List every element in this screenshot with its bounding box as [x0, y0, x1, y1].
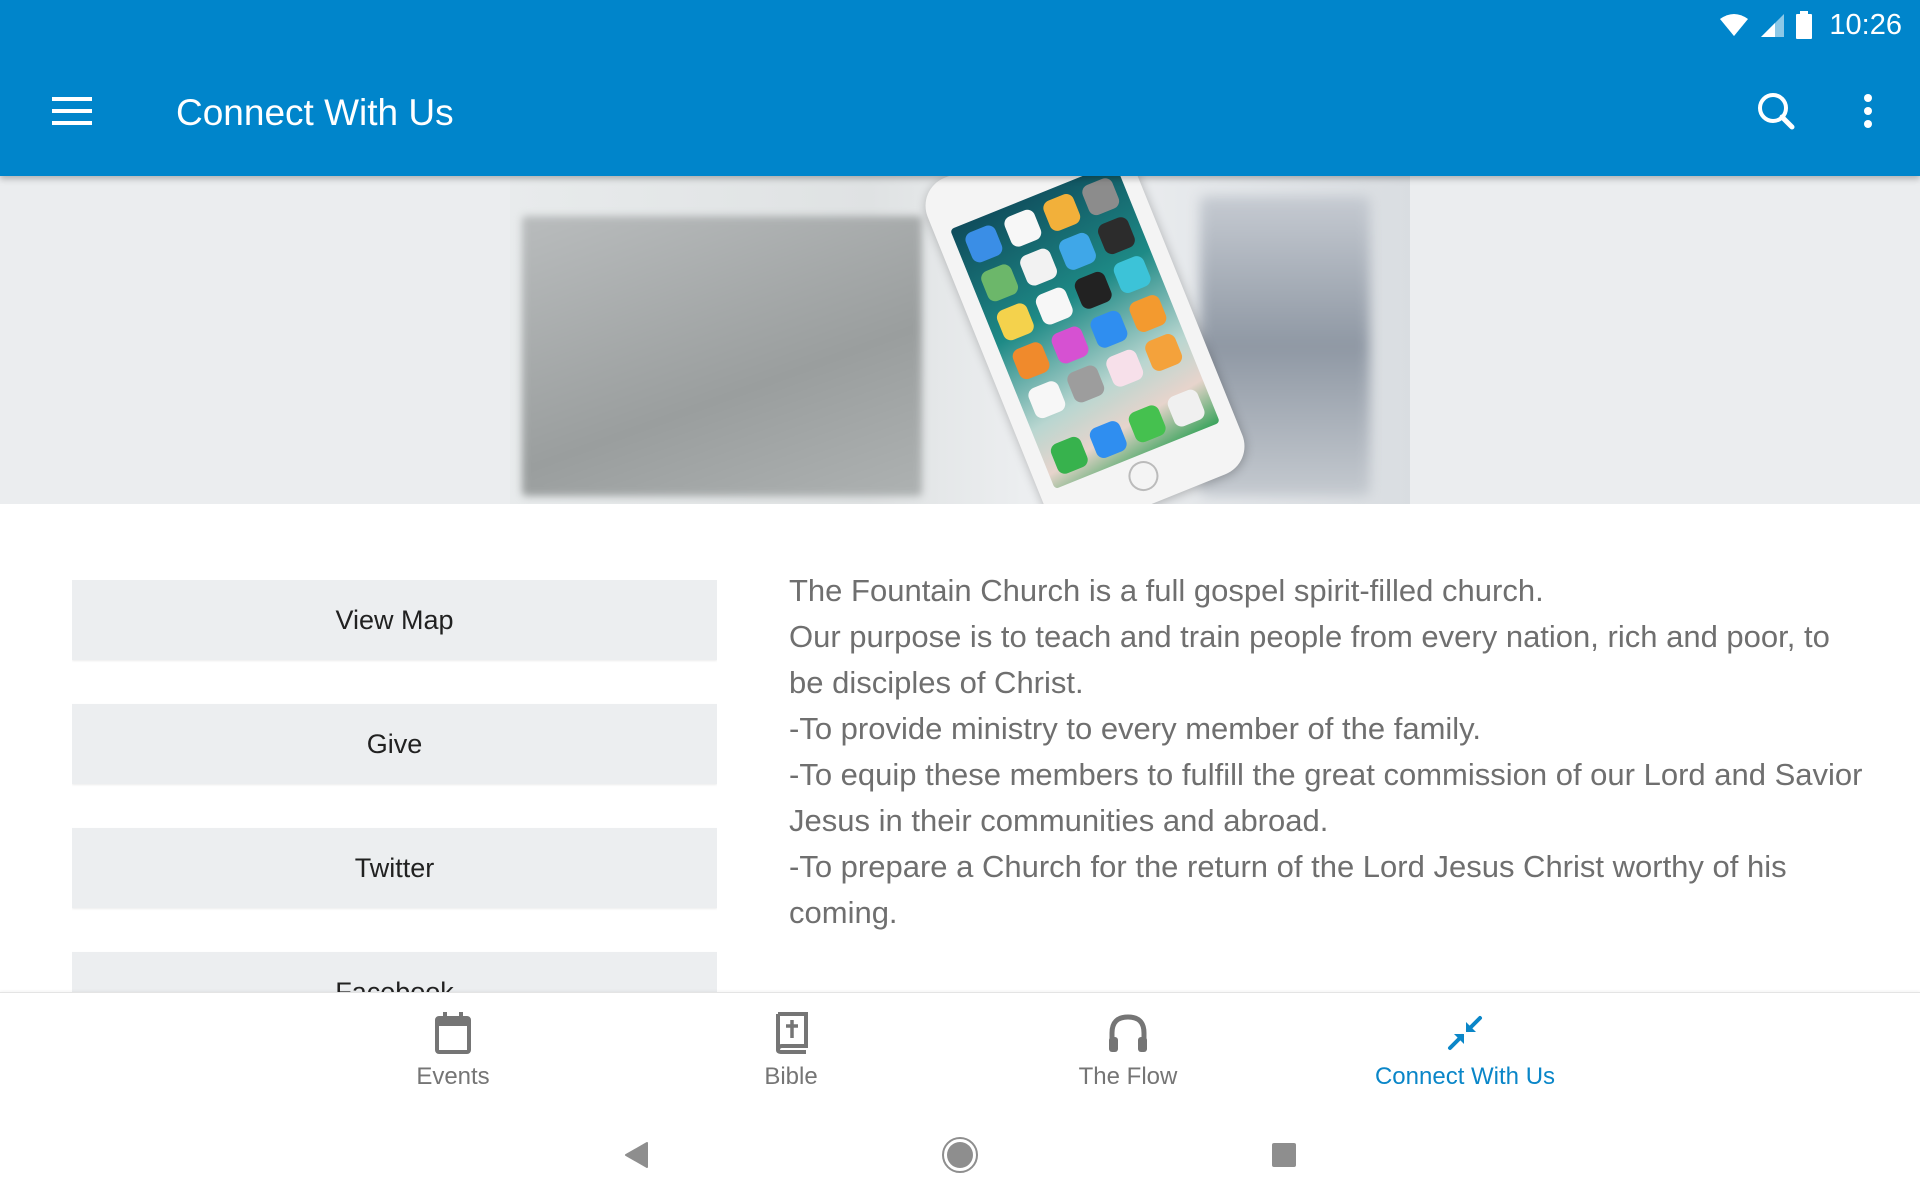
home-icon: [941, 1136, 979, 1179]
bible-icon: [774, 1011, 808, 1055]
recents-button[interactable]: [1254, 1132, 1314, 1182]
battery-icon: [1795, 11, 1813, 39]
more-options-button[interactable]: [1840, 88, 1896, 138]
calendar-icon: [434, 1011, 472, 1055]
hero-image: [510, 176, 1410, 504]
about-paragraph: -To prepare a Church for the return of t…: [789, 849, 1787, 930]
about-paragraph: -To provide ministry to every member of …: [789, 711, 1481, 746]
nav-item-the-flow[interactable]: The Flow: [978, 993, 1278, 1105]
view-map-button[interactable]: View Map: [72, 580, 717, 660]
app-screen: 10:26 Connect With Us View Map Give Twit…: [0, 0, 1920, 1200]
system-navigation-bar: [0, 1104, 1920, 1200]
nav-label: The Flow: [1078, 1063, 1178, 1090]
about-text: The Fountain Church is a full gospel spi…: [789, 568, 1869, 936]
nav-label: Bible: [764, 1063, 818, 1090]
more-vert-icon: [1862, 93, 1874, 134]
home-button[interactable]: [930, 1132, 990, 1182]
menu-button[interactable]: [42, 88, 102, 138]
search-button[interactable]: [1748, 88, 1804, 138]
about-paragraph: The Fountain Church is a full gospel spi…: [789, 573, 1544, 608]
back-button[interactable]: [606, 1132, 666, 1182]
recents-icon: [1271, 1142, 1297, 1173]
search-icon: [1756, 91, 1796, 136]
cellular-signal-icon: [1759, 12, 1785, 38]
back-icon: [623, 1141, 649, 1174]
hamburger-menu-icon: [52, 96, 92, 130]
headphones-icon: [1108, 1011, 1148, 1055]
action-buttons: View Map Give Twitter Facebook: [72, 580, 717, 992]
wifi-icon: [1719, 13, 1749, 37]
nav-label: Events: [416, 1063, 490, 1090]
nav-item-bible[interactable]: Bible: [641, 993, 941, 1105]
nav-item-connect-with-us[interactable]: Connect With Us: [1315, 993, 1615, 1105]
page-title: Connect With Us: [176, 92, 454, 133]
about-paragraph: -To equip these members to fulfill the g…: [789, 757, 1863, 838]
about-paragraph: Our purpose is to teach and train people…: [789, 619, 1830, 700]
hero-banner: [0, 176, 1920, 504]
nav-item-events[interactable]: Events: [303, 993, 603, 1105]
app-bar: 10:26 Connect With Us: [0, 0, 1920, 176]
status-bar: 10:26: [1719, 6, 1902, 44]
status-time: 10:26: [1829, 8, 1902, 41]
connect-arrows-icon: [1446, 1011, 1484, 1055]
bottom-navigation: Events Bible The Flow Connect With Us: [0, 992, 1920, 1104]
nav-label: Connect With Us: [1374, 1063, 1556, 1090]
facebook-button[interactable]: Facebook: [72, 952, 717, 992]
twitter-button[interactable]: Twitter: [72, 828, 717, 908]
give-button[interactable]: Give: [72, 704, 717, 784]
